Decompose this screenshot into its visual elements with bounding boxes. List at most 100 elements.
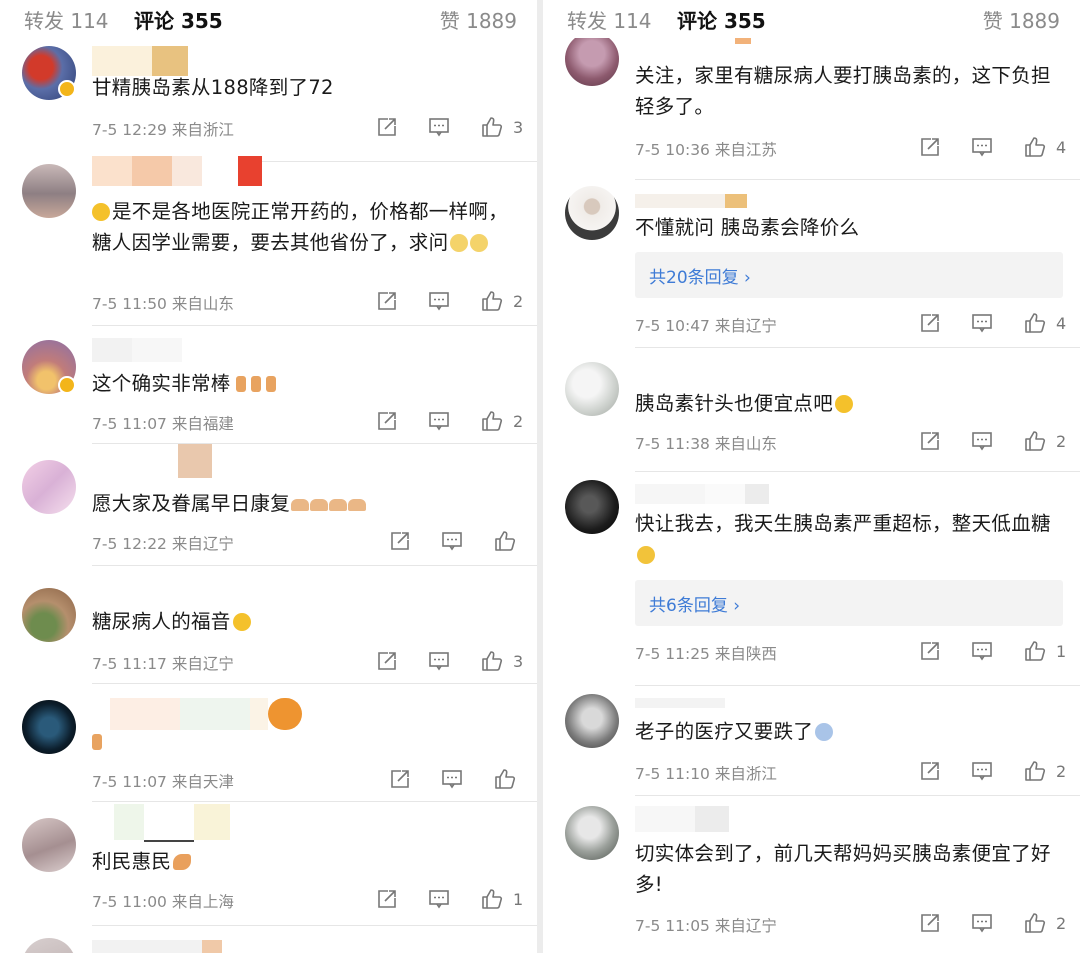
like-button[interactable]: 1 — [1023, 639, 1066, 663]
like-button[interactable] — [493, 529, 526, 553]
comment-icon — [972, 432, 992, 451]
avatar[interactable] — [565, 32, 619, 86]
share-button[interactable] — [919, 912, 941, 934]
comment-button[interactable] — [428, 116, 450, 138]
username-blurred[interactable] — [92, 804, 230, 842]
share-icon — [921, 138, 939, 156]
share-button[interactable] — [919, 640, 941, 662]
comment-text: 这个确实非常棒 — [92, 368, 512, 399]
grimace-emoji-icon — [470, 234, 489, 252]
like-button[interactable]: 1 — [480, 887, 523, 911]
tab-comments[interactable]: 评论 355 — [134, 5, 223, 34]
share-button[interactable] — [919, 430, 941, 452]
share-button[interactable] — [919, 136, 941, 158]
comment-text: 甘精胰岛素从188降到了72 — [92, 76, 334, 99]
share-icon — [391, 532, 409, 550]
avatar[interactable] — [565, 806, 619, 860]
like-button[interactable]: 2 — [480, 289, 523, 313]
share-button[interactable] — [389, 768, 411, 790]
like-button[interactable]: 4 — [1023, 311, 1066, 335]
share-button[interactable] — [376, 410, 398, 432]
avatar[interactable] — [22, 700, 76, 754]
tab-repost[interactable]: 转发 114 — [24, 5, 109, 34]
like-count: 2 — [513, 411, 524, 431]
like-button[interactable]: 3 — [480, 649, 523, 673]
avatar[interactable] — [22, 460, 76, 514]
username-blurred[interactable] — [635, 38, 751, 44]
share-button[interactable] — [389, 530, 411, 552]
view-replies-link[interactable]: 共6条回复 › — [635, 580, 1063, 626]
thumbs-up-icon — [482, 889, 503, 909]
comment-icon — [972, 642, 992, 661]
comments-panel-left: 甘精胰岛素从188降到了72 7-5 12:29 来自浙江 3 是不是各地医院正… — [0, 0, 537, 953]
comment-button[interactable] — [971, 430, 993, 452]
thumbs-up-icon — [1025, 761, 1046, 781]
comment-button[interactable] — [428, 410, 450, 432]
comment-item: 是不是各地医院正常开药的，价格都一样啊，糖人因学业需要，要去其他省份了，求问 7… — [0, 156, 537, 326]
comment-button[interactable] — [441, 768, 463, 790]
comment-icon — [972, 314, 992, 333]
share-icon — [378, 412, 396, 430]
verified-badge-icon — [58, 376, 76, 394]
tab-comments[interactable]: 评论 355 — [677, 5, 766, 34]
tab-repost[interactable]: 转发 114 — [567, 5, 652, 34]
avatar[interactable] — [565, 480, 619, 534]
like-button[interactable]: 4 — [1023, 135, 1066, 159]
like-button[interactable]: 2 — [1023, 429, 1066, 453]
share-icon — [921, 432, 939, 450]
username-blurred[interactable] — [92, 338, 182, 362]
username-blurred[interactable] — [92, 156, 262, 186]
like-button[interactable]: 2 — [1023, 759, 1066, 783]
avatar[interactable] — [565, 694, 619, 748]
tab-likes[interactable]: 赞 1889 — [983, 5, 1060, 34]
like-button[interactable] — [493, 767, 526, 791]
avatar[interactable] — [22, 164, 76, 218]
tab-likes[interactable]: 赞 1889 — [440, 5, 517, 34]
view-replies-link[interactable]: 共20条回复 › — [635, 252, 1063, 298]
share-icon — [378, 118, 396, 136]
thumbs-up-icon — [495, 531, 516, 551]
share-button[interactable] — [376, 650, 398, 672]
comment-button[interactable] — [971, 312, 993, 334]
comment-text: 胰岛素针头也便宜点吧 — [635, 388, 1055, 419]
comment-text — [92, 726, 512, 757]
comment-text: 切实体会到了，前几天帮妈妈买胰岛素便宜了好多! — [635, 842, 1051, 896]
like-button[interactable]: 2 — [1023, 911, 1066, 935]
comment-item: 利民惠民 7-5 11:00 来自上海 1 — [0, 802, 537, 926]
comment-button[interactable] — [971, 912, 993, 934]
share-button[interactable] — [376, 888, 398, 910]
thumbs-up-emoji-icon — [265, 376, 276, 392]
like-count: 3 — [513, 651, 524, 671]
username-blurred[interactable] — [92, 940, 222, 953]
comment-button[interactable] — [428, 290, 450, 312]
avatar[interactable] — [565, 186, 619, 240]
like-button[interactable]: 2 — [480, 409, 523, 433]
share-button[interactable] — [376, 290, 398, 312]
thumbs-up-emoji-icon — [92, 734, 102, 750]
share-icon — [378, 652, 396, 670]
share-icon — [921, 642, 939, 660]
comment-button[interactable] — [441, 530, 463, 552]
like-button[interactable]: 3 — [480, 115, 523, 139]
avatar[interactable] — [565, 362, 619, 416]
comment-item — [0, 926, 537, 953]
comment-button[interactable] — [971, 760, 993, 782]
comment-button[interactable] — [428, 650, 450, 672]
share-button[interactable] — [919, 312, 941, 334]
comment-text: 关注，家里有糖尿病人要打胰岛素的，这下负担轻多了。 — [635, 64, 1051, 118]
comment-button[interactable] — [428, 888, 450, 910]
avatar[interactable] — [22, 588, 76, 642]
username-blurred[interactable] — [92, 444, 212, 478]
avatar[interactable] — [22, 818, 76, 872]
username-blurred[interactable] — [635, 698, 725, 708]
share-button[interactable] — [919, 760, 941, 782]
comment-meta: 7-5 11:00 来自上海 — [92, 893, 234, 911]
comment-button[interactable] — [971, 136, 993, 158]
comment-button[interactable] — [971, 640, 993, 662]
username-blurred[interactable] — [635, 484, 769, 504]
avatar[interactable] — [22, 938, 76, 953]
share-button[interactable] — [376, 116, 398, 138]
username-blurred[interactable] — [635, 806, 729, 832]
crying-emoji-icon — [835, 395, 854, 413]
username-blurred[interactable] — [635, 194, 747, 208]
